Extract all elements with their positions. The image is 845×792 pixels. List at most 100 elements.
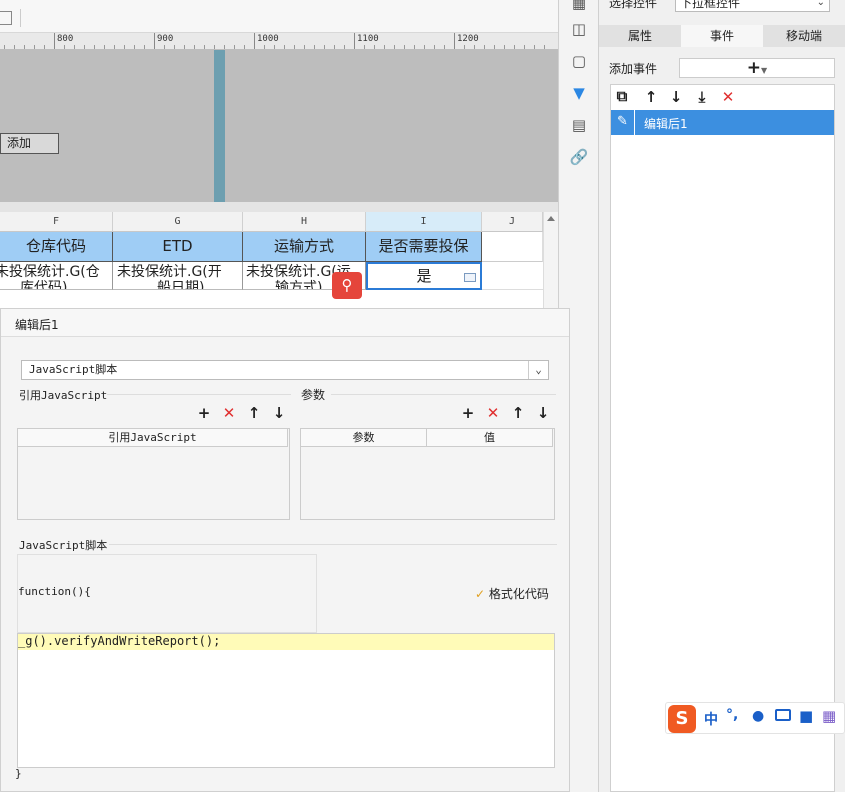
delete-icon[interactable]: ✕ bbox=[720, 89, 736, 105]
dropdown-widget-icon bbox=[464, 273, 476, 282]
dropdown-toggle-icon[interactable] bbox=[0, 11, 12, 25]
cell-value: 是 bbox=[416, 267, 432, 285]
ruler-label: 900 bbox=[157, 34, 174, 44]
link-icon[interactable]: 🔗 bbox=[569, 148, 589, 166]
header-cell[interactable]: 是否需要投保 bbox=[366, 232, 482, 262]
ref-js-label: 引用JavaScript bbox=[19, 389, 108, 402]
ime-toolbar: S 中 °, ● ■ ▦ bbox=[665, 702, 845, 734]
ime-mode[interactable]: 中 bbox=[704, 709, 718, 729]
function-header: function(){ bbox=[18, 585, 91, 598]
value-column-header[interactable]: 值 bbox=[427, 429, 553, 447]
event-name: 编辑后1 bbox=[644, 117, 688, 131]
chevron-down-icon: ⌄ bbox=[528, 361, 548, 379]
ruler-major-tick bbox=[354, 33, 355, 49]
column-header-g[interactable]: G bbox=[113, 212, 243, 232]
keyboard-icon[interactable] bbox=[775, 709, 791, 721]
tab-properties[interactable]: 属性 bbox=[599, 25, 681, 47]
add-ref-icon[interactable]: + bbox=[196, 405, 212, 421]
move-bottom-icon[interactable]: ⤓ bbox=[694, 89, 710, 105]
skin-icon[interactable]: ■ bbox=[799, 707, 813, 725]
toolbar-divider bbox=[20, 9, 21, 27]
ruler-major-tick bbox=[454, 33, 455, 49]
microphone-icon[interactable]: ● bbox=[752, 708, 764, 724]
ref-js-table[interactable]: 引用JavaScript bbox=[17, 428, 290, 520]
params-table[interactable]: 参数 值 bbox=[300, 428, 555, 520]
column-header-h[interactable]: H bbox=[243, 212, 366, 232]
scroll-up-icon[interactable] bbox=[547, 216, 555, 221]
grid-icon[interactable]: ▦ bbox=[569, 0, 589, 12]
empty-row bbox=[0, 290, 543, 308]
empty-cell[interactable] bbox=[482, 232, 543, 262]
column-header-i[interactable]: I bbox=[366, 212, 482, 232]
broom-icon: ✓ bbox=[475, 587, 486, 601]
tab-mobile[interactable]: 移动端 bbox=[763, 25, 845, 47]
format-code-label: 格式化代码 bbox=[488, 587, 549, 601]
event-list-item[interactable]: ✎ 编辑后1 bbox=[611, 110, 834, 135]
data-cell[interactable]: 未投保统计.G(开 船日期) bbox=[113, 262, 243, 290]
toolbox-icon[interactable]: ▦ bbox=[822, 707, 836, 725]
move-down-ref-icon[interactable]: ↓ bbox=[271, 405, 287, 421]
event-editor-dialog: 编辑后1 JavaScript脚本 ⌄ 引用JavaScript 参数 + ✕ … bbox=[0, 308, 570, 792]
format-code-button[interactable]: ✓ 格式化代码 bbox=[475, 585, 549, 602]
closing-brace: } bbox=[15, 767, 22, 780]
horizontal-ruler: 800 900 1000 1100 1200 bbox=[0, 33, 558, 50]
delete-ref-icon[interactable]: ✕ bbox=[221, 405, 237, 421]
dialog-header: 编辑后1 bbox=[1, 309, 569, 337]
move-up-ref-icon[interactable]: ↑ bbox=[246, 405, 262, 421]
canvas-boundary-line bbox=[214, 50, 225, 202]
ruler-label: 1100 bbox=[357, 34, 379, 44]
empty-cell[interactable] bbox=[482, 262, 543, 290]
sheet-separator bbox=[0, 202, 558, 212]
frame-icon[interactable]: ▢ bbox=[569, 52, 589, 70]
design-canvas[interactable] bbox=[0, 50, 558, 202]
punctuation-icon[interactable]: °, bbox=[726, 707, 738, 723]
add-event-button-label: + bbox=[746, 58, 762, 78]
layout-icon[interactable]: ▤ bbox=[569, 116, 589, 134]
move-up-param-icon[interactable]: ↑ bbox=[510, 405, 526, 421]
dropdown-widget-icon[interactable]: ▼ bbox=[569, 84, 589, 102]
arrow-down-icon[interactable]: ↓ bbox=[668, 89, 684, 105]
edit-pencil-icon: ✎ bbox=[611, 110, 635, 135]
top-toolbar bbox=[0, 0, 558, 33]
column-header-j[interactable]: J bbox=[482, 212, 543, 232]
report-icon[interactable]: ◫ bbox=[569, 20, 589, 38]
add-event-label: 添加事件 bbox=[609, 62, 658, 76]
ruler-label: 800 bbox=[57, 34, 74, 44]
param-column-header[interactable]: 参数 bbox=[301, 429, 427, 447]
caret-down-icon: ▼ bbox=[761, 66, 768, 75]
dialog-title: 编辑后1 bbox=[15, 318, 59, 332]
selected-dropdown-cell[interactable]: 是 bbox=[366, 262, 482, 290]
search-icon[interactable]: ⚲ bbox=[332, 272, 362, 299]
params-label: 参数 bbox=[301, 388, 326, 402]
select-widget-label: 选择控件 bbox=[609, 0, 658, 10]
move-down-param-icon[interactable]: ↓ bbox=[535, 405, 551, 421]
add-button[interactable]: 添加 bbox=[0, 133, 59, 154]
code-editor[interactable]: _g().verifyAndWriteReport(); bbox=[17, 633, 555, 768]
arrow-up-icon[interactable]: ↑ bbox=[643, 89, 659, 105]
header-cell[interactable]: 仓库代码 bbox=[0, 232, 113, 262]
tab-events[interactable]: 事件 bbox=[681, 25, 763, 47]
header-cell[interactable]: ETD bbox=[113, 232, 243, 262]
header-cell[interactable]: 运输方式 bbox=[243, 232, 366, 262]
event-list[interactable] bbox=[610, 84, 835, 792]
cell-wrap-text: 船日期) bbox=[157, 280, 205, 290]
ruler-label: 1000 bbox=[257, 34, 279, 44]
sheet-scrollbar[interactable] bbox=[543, 212, 558, 312]
widget-select-value: 下拉框控件 bbox=[680, 0, 741, 10]
script-type-select[interactable]: JavaScript脚本 ⌄ bbox=[21, 360, 549, 380]
delete-param-icon[interactable]: ✕ bbox=[485, 405, 501, 421]
script-section-label: JavaScript脚本 bbox=[19, 539, 108, 552]
copy-icon[interactable]: ⧉ bbox=[614, 88, 630, 104]
ruler-major-tick bbox=[154, 33, 155, 49]
column-header-f[interactable]: F bbox=[0, 212, 113, 232]
widget-select[interactable]: 下拉框控件 ⌄ bbox=[675, 0, 830, 12]
data-cell[interactable]: 未投保统计.G(仓 库代码) bbox=[0, 262, 113, 290]
add-event-button[interactable]: +▼ bbox=[679, 58, 835, 78]
ref-js-column-header[interactable]: 引用JavaScript bbox=[18, 429, 288, 447]
code-line[interactable]: _g().verifyAndWriteReport(); bbox=[18, 634, 554, 650]
ime-logo-icon[interactable]: S bbox=[668, 705, 696, 733]
ruler-major-tick bbox=[54, 33, 55, 49]
add-param-icon[interactable]: + bbox=[460, 405, 476, 421]
chevron-down-icon: ⌄ bbox=[816, 0, 825, 8]
script-type-value: JavaScript脚本 bbox=[29, 363, 118, 376]
